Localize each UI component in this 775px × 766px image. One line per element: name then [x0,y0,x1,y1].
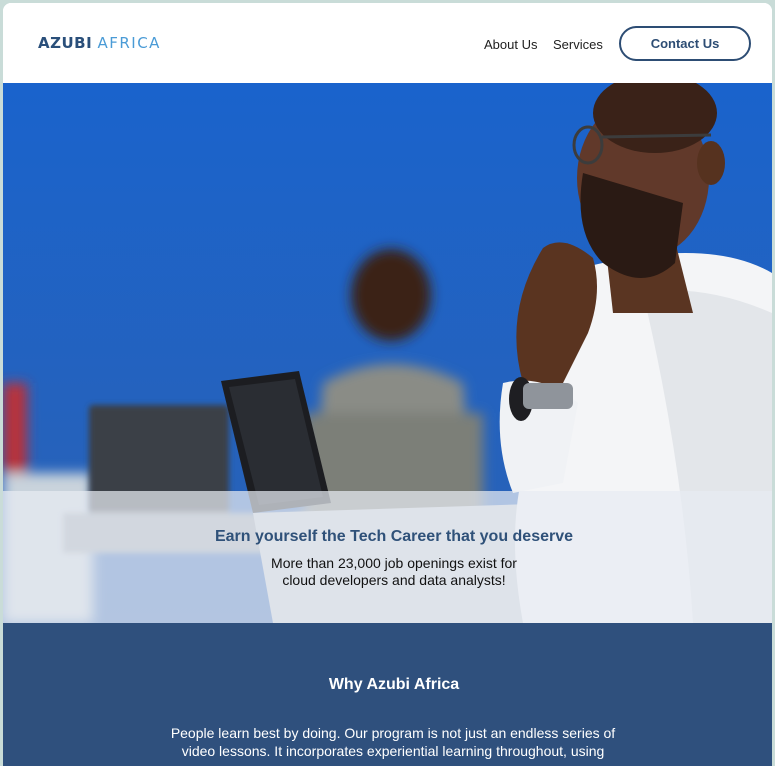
nav-about-us[interactable]: About Us [484,37,537,52]
why-section: Why Azubi Africa People learn best by do… [3,623,772,766]
why-title: Why Azubi Africa [328,676,460,693]
hero-subtitle: More than 23,000 job openings exist for … [271,555,517,588]
hero-title: Earn yourself the Tech Career that you d… [214,528,574,545]
nav-services[interactable]: Services [553,37,603,52]
hero-section: Earn yourself the Tech Career that you d… [3,83,772,623]
contact-us-button[interactable]: Contact Us [619,26,751,61]
page-frame: AZUBI AFRICA About Us Services Contact U… [3,3,772,766]
azubi-africa-logo[interactable]: AZUBI AFRICA [38,34,161,52]
logo-word-africa: AFRICA [97,34,161,52]
why-body-text: People learn best by doing. Our program … [170,725,616,759]
logo-word-azubi: AZUBI [38,34,93,52]
site-header: AZUBI AFRICA About Us Services Contact U… [3,3,772,83]
